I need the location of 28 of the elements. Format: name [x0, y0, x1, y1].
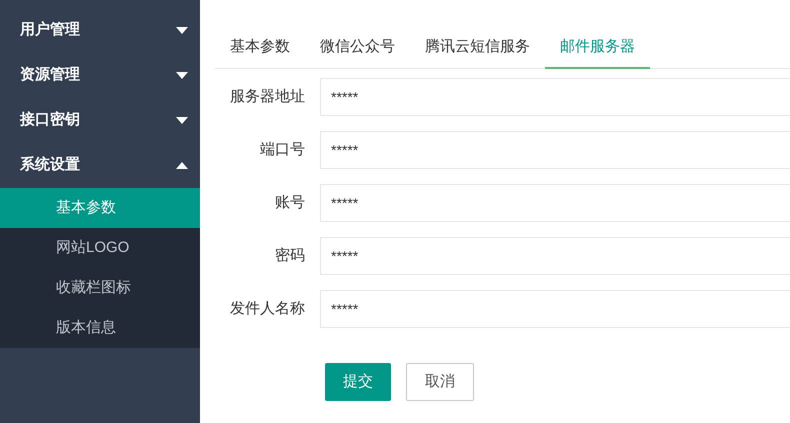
field-label: 发件人名称 [229, 298, 306, 319]
submenu-item[interactable]: 版本信息 [0, 308, 200, 348]
caret-up-icon [176, 162, 188, 169]
caret-down-icon [176, 27, 188, 34]
menu-item[interactable]: 资源管理 [0, 53, 200, 98]
field-label: 密码 [274, 246, 306, 266]
input-field[interactable]: ***** [320, 78, 790, 116]
tab[interactable]: 基本参数 [215, 28, 305, 69]
field-label: 端口号 [259, 140, 306, 160]
input-field[interactable]: ***** [320, 184, 790, 222]
submenu-item[interactable]: 收藏栏图标 [0, 268, 200, 308]
tab[interactable]: 微信公众号 [305, 28, 410, 69]
input-field[interactable]: ***** [320, 237, 790, 275]
submit-button[interactable]: 提交 [325, 363, 391, 401]
field-label: 服务器地址 [229, 86, 306, 107]
cancel-button[interactable]: 取消 [406, 363, 474, 401]
field-label: 账号 [274, 192, 306, 213]
menu-item[interactable]: 系统设置 [0, 143, 200, 188]
menu-item[interactable]: 接口密钥 [0, 98, 200, 143]
caret-down-icon [176, 117, 188, 124]
submenu-item[interactable]: 基本参数 [0, 188, 200, 228]
tab[interactable]: 腾讯云短信服务 [410, 28, 545, 69]
input-field[interactable]: ***** [320, 290, 790, 328]
input-field[interactable]: ***** [320, 131, 790, 169]
tab[interactable]: 邮件服务器 [545, 28, 650, 69]
caret-down-icon [176, 72, 188, 79]
submenu-item[interactable]: 网站LOGO [0, 228, 200, 268]
menu-item[interactable]: 用户管理 [0, 8, 200, 53]
